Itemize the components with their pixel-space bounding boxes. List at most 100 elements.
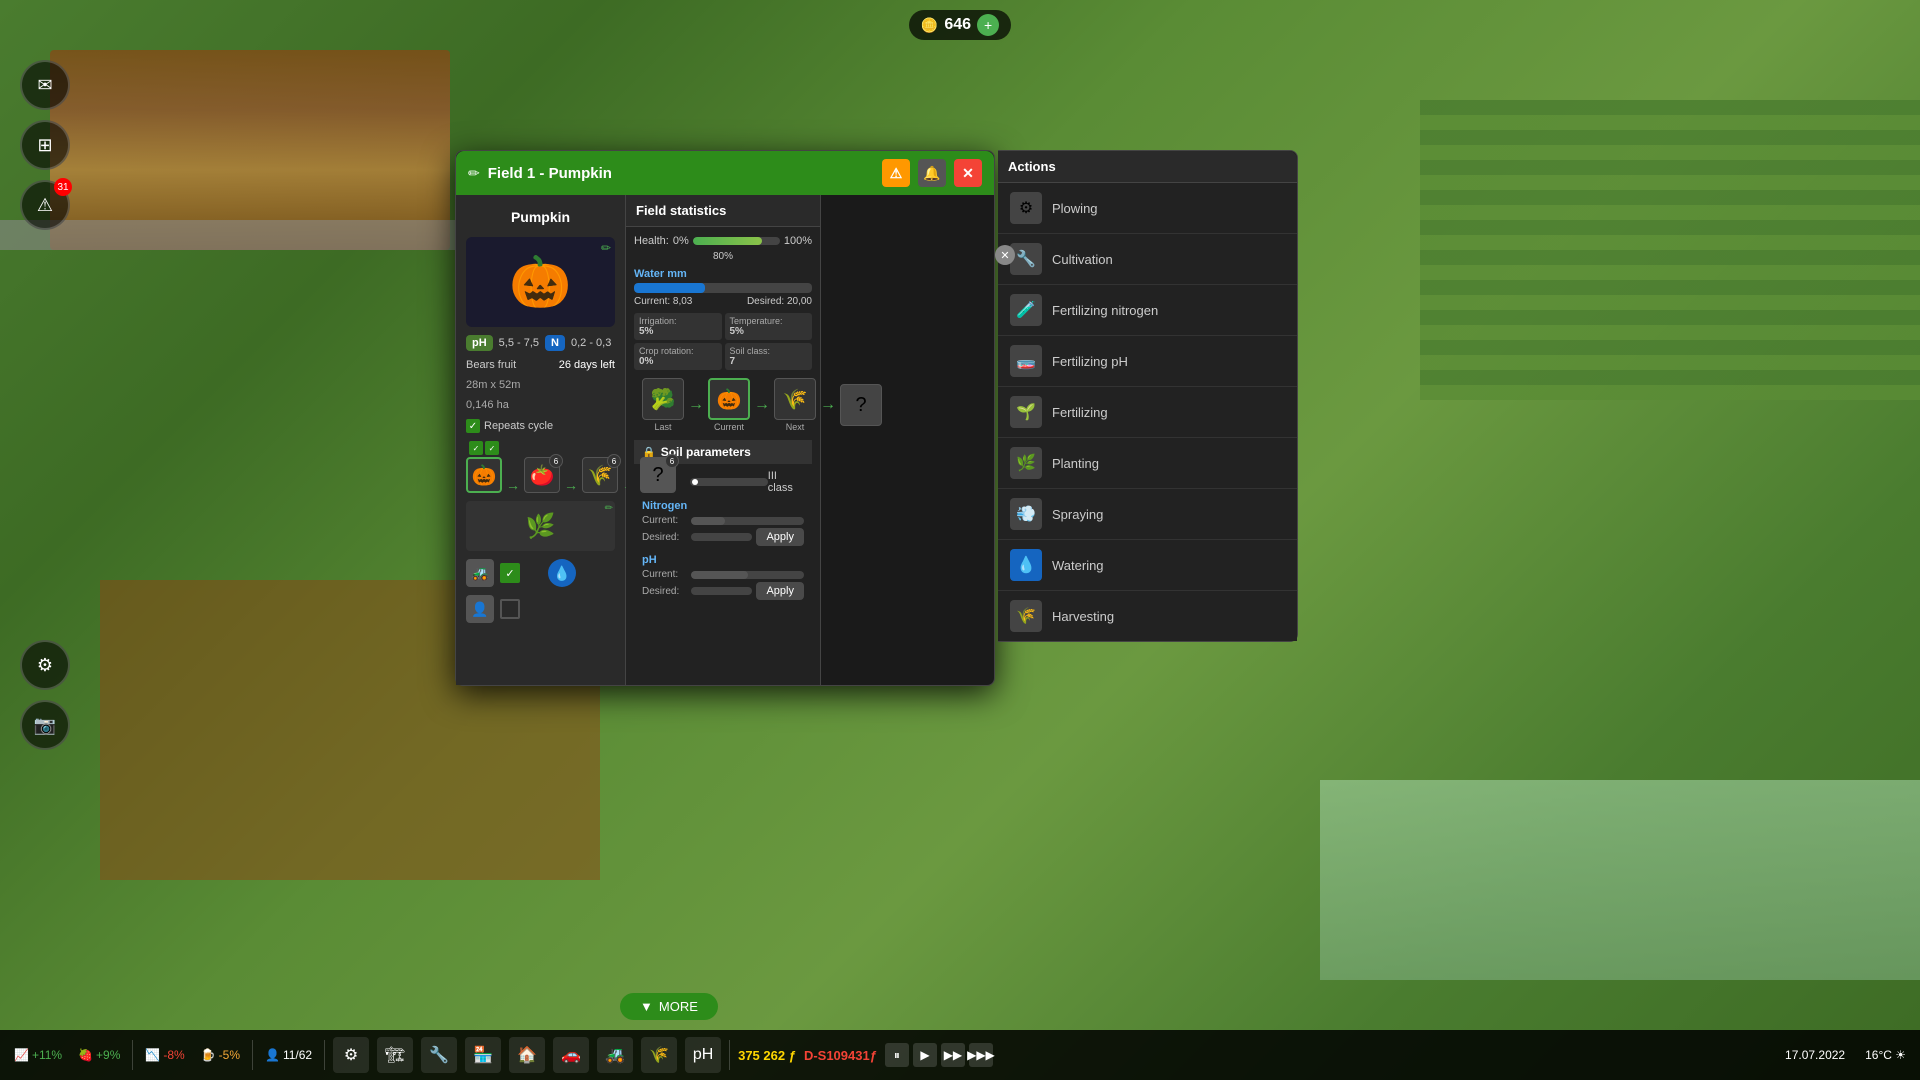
crop-check-active[interactable]: ✓ xyxy=(469,441,483,455)
actions-close-x[interactable]: ✕ xyxy=(995,245,1015,265)
fertilizing-ph-label: Fertilizing pH xyxy=(1052,354,1128,369)
bottom-hud: 📈 +11% 🍓 +9% 📉 -8% 🍺 -5% 👤 11/62 ⚙ 🏗 🔧 🏪… xyxy=(0,1030,1920,1080)
cultivation-label: Cultivation xyxy=(1052,252,1113,267)
ff1-button[interactable]: ▶▶ xyxy=(941,1043,965,1067)
bike-icon[interactable]: 🚜 xyxy=(466,559,494,587)
ph-value: 5,5 - 7,5 xyxy=(499,337,539,349)
crop-box-tomato[interactable]: 🍅6 xyxy=(524,457,560,493)
harvesting-icon: 🌾 xyxy=(1010,600,1042,632)
left-sidebar: ✉ ⊞ ⚠ 31 ⚙ 📷 xyxy=(20,60,70,750)
ph-desired-key: Desired: xyxy=(642,586,687,597)
nitrogen-param: Nitrogen Current: Desired: xyxy=(642,500,804,546)
berry-icon: 🍓 xyxy=(78,1048,93,1062)
tool-combine[interactable]: 🌾 xyxy=(641,1037,677,1073)
spraying-action[interactable]: 💨 Spraying xyxy=(998,489,1297,540)
field-thumbnail: 🌿 ✏ xyxy=(466,501,615,551)
tool-tower[interactable]: 🏗 xyxy=(377,1037,413,1073)
play-button[interactable]: ▶ xyxy=(913,1043,937,1067)
hud-money: 375 262 ƒ xyxy=(738,1048,796,1063)
tool-wrench[interactable]: 🔧 xyxy=(421,1037,457,1073)
settings-button[interactable]: ⚙ xyxy=(20,640,70,690)
nitrogen-desired-row: Desired: Apply xyxy=(642,528,804,546)
fertilizing-action[interactable]: 🌱 Fertilizing xyxy=(998,387,1297,438)
tool-vehicle[interactable]: 🚗 xyxy=(553,1037,589,1073)
warning-button[interactable]: ⚠ xyxy=(882,159,910,187)
water-bar xyxy=(634,283,812,293)
plowing-action[interactable]: ⚙ Plowing xyxy=(998,183,1297,234)
crop-check-active2[interactable]: ✓ xyxy=(485,441,499,455)
health-bar-fill xyxy=(693,237,763,245)
timeline-arrow-1: → xyxy=(688,396,704,414)
timeline-current: 🎃 Current xyxy=(708,378,750,432)
planting-action[interactable]: 🌿 Planting xyxy=(998,438,1297,489)
ff2-button[interactable]: ▶▶▶ xyxy=(969,1043,993,1067)
coin-counter: 🪙 646 + xyxy=(909,10,1011,40)
watering-action[interactable]: 💧 Watering xyxy=(998,540,1297,591)
add-coin-button[interactable]: + xyxy=(977,14,999,36)
stat-3-value: -8% xyxy=(163,1048,184,1062)
n-value: 0,2 - 0,3 xyxy=(571,337,611,349)
temperature-stat: Temperature: 5% xyxy=(725,313,813,340)
cultivation-action[interactable]: 🔧 Cultivation xyxy=(998,234,1297,285)
crop-checks-1: ✓ ✓ xyxy=(469,441,499,455)
tool-ph[interactable]: pH xyxy=(685,1037,721,1073)
alert-button[interactable]: ⚠ 31 xyxy=(20,180,70,230)
cycle-checkbox[interactable]: ✓ xyxy=(466,419,480,433)
more-button[interactable]: ▼ MORE xyxy=(620,993,718,1020)
field-edit-icon[interactable]: ✏ xyxy=(605,503,613,514)
crop-item-2: 🍅6 xyxy=(524,457,560,493)
fertilizing-ph-action[interactable]: 🧫 Fertilizing pH xyxy=(998,336,1297,387)
tool-house[interactable]: 🏠 xyxy=(509,1037,545,1073)
trend-down-icon: 📉 xyxy=(145,1048,160,1062)
tool-tractor[interactable]: 🚜 xyxy=(597,1037,633,1073)
settings-icon: ⚙ xyxy=(37,655,53,676)
soil-class-label: Soil class: xyxy=(730,346,808,356)
bg-road xyxy=(0,220,500,250)
bell-button[interactable]: 🔔 xyxy=(918,159,946,187)
water-mm-label: Water mm xyxy=(634,268,812,280)
hud-divider-4 xyxy=(729,1040,730,1070)
soil-class-row-value: III class xyxy=(768,470,804,494)
soil-class-stat: Soil class: 7 xyxy=(725,343,813,370)
tool-sickle[interactable]: ⚙ xyxy=(333,1037,369,1073)
fertilizing-icon: 🌱 xyxy=(1010,396,1042,428)
tool-shop[interactable]: 🏪 xyxy=(465,1037,501,1073)
action-check-1[interactable]: ✓ xyxy=(500,563,520,583)
n-badge: N xyxy=(545,335,565,351)
mail-button[interactable]: ✉ xyxy=(20,60,70,110)
watering-label: Watering xyxy=(1052,558,1104,573)
crop-rotation-value: 0% xyxy=(639,356,717,367)
apply-ph-button[interactable]: Apply xyxy=(756,582,804,600)
irrigation-label: Irrigation: xyxy=(639,316,717,326)
crop-box-wheat[interactable]: 🌾6 xyxy=(582,457,618,493)
crop-box-pumpkin[interactable]: 🎃 xyxy=(466,457,502,493)
timeline-current-label: Current xyxy=(714,422,744,432)
fertilizing-nitrogen-label: Fertilizing nitrogen xyxy=(1052,303,1158,318)
field-thumb-emoji: 🌿 xyxy=(526,512,556,541)
water-drop-icon[interactable]: 💧 xyxy=(548,559,576,587)
pencil-icon: ✏ xyxy=(468,165,480,182)
action-check-2[interactable] xyxy=(500,599,520,619)
fertilizing-nitrogen-action[interactable]: 🧪 Fertilizing nitrogen xyxy=(998,285,1297,336)
camera-icon: 📷 xyxy=(34,715,56,736)
layers-button[interactable]: ⊞ xyxy=(20,120,70,170)
ph-param-label: pH xyxy=(642,554,804,566)
field-area: 0,146 ha xyxy=(466,399,615,411)
harvesting-action[interactable]: 🌾 Harvesting xyxy=(998,591,1297,641)
edit-plant-icon[interactable]: ✏ xyxy=(601,241,611,255)
crop-box-unknown[interactable]: ?6 xyxy=(640,457,676,493)
pause-button[interactable]: ⏸ xyxy=(885,1043,909,1067)
coin-count: 646 xyxy=(944,16,971,34)
irrigation-value: 5% xyxy=(639,326,717,337)
close-button[interactable]: ✕ xyxy=(954,159,982,187)
soil-class-indicator xyxy=(692,479,698,485)
camera-button[interactable]: 📷 xyxy=(20,700,70,750)
bears-fruit-label: Bears fruit xyxy=(466,359,516,371)
ph-current-key: Current: xyxy=(642,569,687,580)
bears-fruit-row: Bears fruit 26 days left xyxy=(466,359,615,371)
hud-controls: ⏸ ▶ ▶▶ ▶▶▶ xyxy=(885,1043,993,1067)
crop-rotation: ✓ ✓ 🎃 → 🍅6 → 🌾6 → ?6 xyxy=(466,441,615,493)
plowing-icon: ⚙ xyxy=(1010,192,1042,224)
person-icon[interactable]: 👤 xyxy=(466,595,494,623)
apply-nitrogen-button[interactable]: Apply xyxy=(756,528,804,546)
